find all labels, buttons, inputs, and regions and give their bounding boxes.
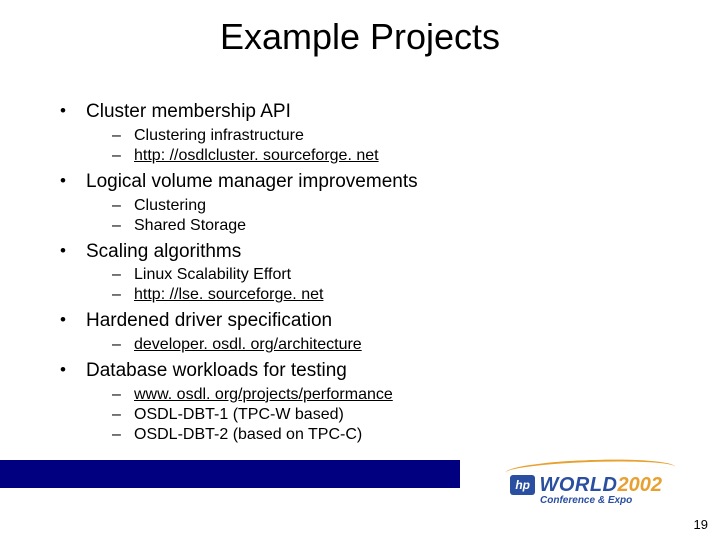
sub-link[interactable]: developer. osdl. org/architecture (134, 336, 362, 353)
logo-year-text: 2002 (618, 475, 663, 495)
bullet-item: Logical volume manager improvements Clus… (58, 170, 680, 236)
sub-item: http: //lse. sourceforge. net (112, 285, 680, 305)
sub-list: Clustering Shared Storage (86, 196, 680, 236)
sub-item: www. osdl. org/projects/performance (112, 385, 680, 405)
bullet-label: Cluster membership API (86, 101, 291, 122)
sub-link[interactable]: www. osdl. org/projects/performance (134, 386, 393, 403)
slide-title: Example Projects (0, 0, 720, 58)
bullet-item: Database workloads for testing www. osdl… (58, 359, 680, 445)
bullet-item: Cluster membership API Clustering infras… (58, 100, 680, 166)
sub-link[interactable]: http: //osdlcluster. sourceforge. net (134, 147, 379, 164)
logo-world-text: WORLD (539, 475, 617, 495)
sub-item: http: //osdlcluster. sourceforge. net (112, 146, 680, 166)
sub-item: developer. osdl. org/architecture (112, 335, 680, 355)
sub-item: OSDL-DBT-1 (TPC-W based) (112, 405, 680, 425)
bullet-label: Scaling algorithms (86, 241, 241, 262)
sub-item: OSDL-DBT-2 (based on TPC-C) (112, 425, 680, 445)
page-number: 19 (694, 517, 708, 532)
sub-text: Linux Scalability Effort (134, 266, 291, 283)
content-area: Cluster membership API Clustering infras… (58, 100, 680, 449)
sub-item: Clustering infrastructure (112, 126, 680, 146)
sub-text: OSDL-DBT-1 (TPC-W based) (134, 406, 344, 423)
bullet-item: Scaling algorithms Linux Scalability Eff… (58, 240, 680, 306)
sub-list: developer. osdl. org/architecture (86, 335, 680, 355)
sub-list: Clustering infrastructure http: //osdlcl… (86, 126, 680, 166)
sub-text: Clustering (134, 197, 206, 214)
sub-item: Clustering (112, 196, 680, 216)
sub-text: Clustering infrastructure (134, 127, 304, 144)
sub-item: Linux Scalability Effort (112, 265, 680, 285)
logo-subtitle: Conference & Expo (510, 496, 662, 506)
logo-swoosh-icon (505, 457, 675, 473)
bullet-list: Cluster membership API Clustering infras… (58, 100, 680, 445)
sub-list: www. osdl. org/projects/performance OSDL… (86, 385, 680, 445)
sub-link[interactable]: http: //lse. sourceforge. net (134, 286, 323, 303)
bullet-label: Database workloads for testing (86, 360, 347, 381)
sub-item: Shared Storage (112, 216, 680, 236)
bullet-label: Logical volume manager improvements (86, 171, 418, 192)
slide: Example Projects Cluster membership API … (0, 0, 720, 540)
sub-text: Shared Storage (134, 217, 246, 234)
sub-text: OSDL-DBT-2 (based on TPC-C) (134, 426, 362, 443)
sub-list: Linux Scalability Effort http: //lse. so… (86, 265, 680, 305)
footer-bar (0, 460, 460, 488)
bullet-item: Hardened driver specification developer.… (58, 309, 680, 355)
bullet-label: Hardened driver specification (86, 310, 332, 331)
conference-logo: hp WORLD2002 Conference & Expo (510, 475, 662, 506)
logo-hp-badge: hp (510, 475, 535, 495)
